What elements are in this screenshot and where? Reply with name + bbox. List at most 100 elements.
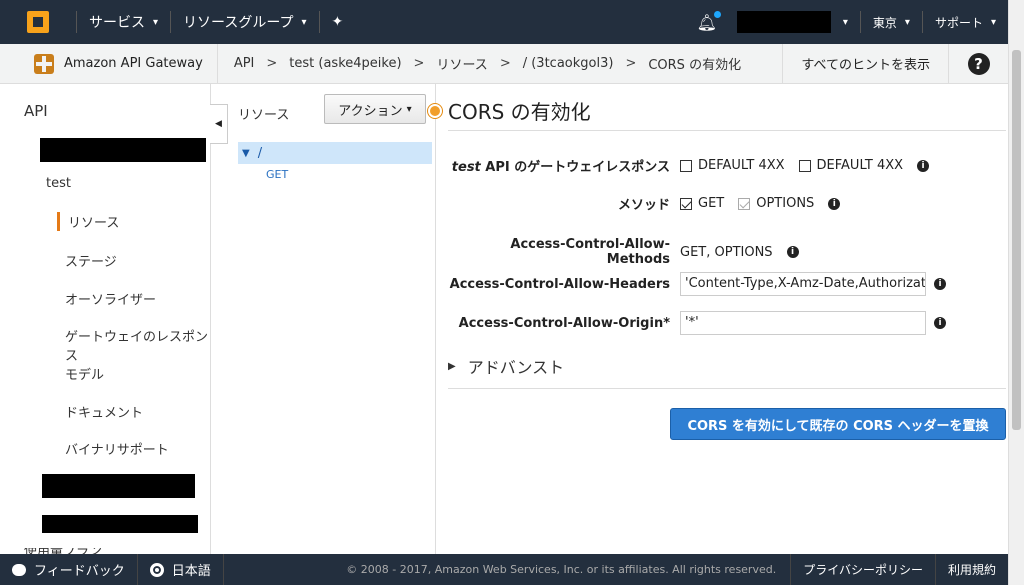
feedback-button[interactable]: フィードバック — [0, 554, 138, 585]
actions-dropdown-button[interactable]: アクション ▾ — [324, 94, 426, 124]
help-button[interactable]: ? — [948, 43, 1008, 84]
terms-link[interactable]: 利用規約 — [934, 554, 1008, 585]
allow-headers-value-wrap: 'Content-Type,X-Amz-Date,Authorization i — [680, 272, 946, 296]
default-5xx-label: DEFAULT 4XX — [816, 158, 904, 173]
info-icon[interactable]: i — [934, 278, 946, 290]
allow-methods-row: Access-Control-Allow-Methods GET, OPTION… — [448, 237, 1006, 267]
redacted-api-item — [40, 138, 206, 162]
advanced-label: アドバンスト — [467, 358, 565, 377]
cors-main-panel: CORS の有効化 test API のゲートウェイレスポンス DEFAULT … — [448, 84, 1006, 554]
sidebar-item-stages[interactable]: ステージ — [65, 251, 117, 270]
allow-headers-row: Access-Control-Allow-Headers 'Content-Ty… — [448, 272, 1006, 296]
allow-origin-label: Access-Control-Allow-Origin* — [458, 315, 670, 331]
copyright-text: © 2008 - 2017, Amazon Web Services, Inc.… — [346, 563, 777, 576]
breadcrumb: API > test (aske4peike) > リソース > / (3tca… — [218, 54, 783, 73]
support-menu[interactable]: サポート ▾ — [923, 0, 1008, 44]
breadcrumb-current: CORS の有効化 — [648, 58, 742, 73]
page-title: CORS の有効化 — [448, 100, 591, 124]
sidebar-item-binary-support[interactable]: バイナリサポート — [65, 439, 169, 458]
sidebar-title[interactable]: API — [24, 102, 48, 120]
expand-triangle-icon[interactable]: ▼ — [242, 148, 250, 159]
region-menu[interactable]: 東京 ▾ — [861, 0, 922, 44]
breadcrumb-resources[interactable]: リソース — [436, 54, 487, 73]
sidebar-divider — [210, 84, 211, 554]
redacted-api-item — [42, 515, 198, 533]
collapse-sidebar-button[interactable]: ◀ — [210, 104, 228, 144]
gateway-responses-label: test API のゲートウェイレスポンス — [448, 156, 680, 175]
gateway-responses-row: test API のゲートウェイレスポンス DEFAULT 4XX DEFAUL… — [448, 156, 1006, 175]
privacy-policy-link[interactable]: プライバシーポリシー — [790, 554, 935, 585]
service-home-link[interactable]: Amazon API Gateway — [0, 43, 218, 84]
scrollbar-thumb[interactable] — [1012, 50, 1021, 430]
get-method-label: GET — [698, 196, 725, 211]
account-menu-redacted[interactable] — [736, 11, 831, 33]
gateway-label-text: API のゲートウェイレスポンス — [485, 160, 670, 175]
enable-cors-button[interactable]: CORS を有効にして既存の CORS ヘッダーを置換 — [670, 408, 1006, 440]
resource-groups-menu[interactable]: リソースグループ ▾ — [171, 0, 319, 44]
language-label: 日本語 — [171, 564, 211, 579]
left-sidebar: API test リソース ステージ オーソライザー ゲートウェイのレスポンス … — [0, 84, 210, 554]
sidebar-item-gateway-responses[interactable]: ゲートウェイのレスポンス — [65, 326, 210, 364]
language-selector[interactable]: 日本語 — [138, 554, 224, 585]
aws-logo[interactable] — [0, 0, 76, 44]
breadcrumb-api[interactable]: API — [234, 56, 255, 71]
sidebar-item-documentation[interactable]: ドキュメント — [65, 402, 143, 421]
chevron-down-icon: ▾ — [842, 16, 848, 28]
gateway-api-name: test — [451, 160, 481, 175]
info-icon[interactable]: i — [786, 246, 799, 258]
services-menu[interactable]: サービス ▾ — [77, 0, 170, 44]
show-all-hints-link[interactable]: すべてのヒントを表示 — [782, 43, 948, 84]
default-4xx-label: DEFAULT 4XX — [698, 158, 785, 173]
info-icon[interactable]: i — [828, 197, 841, 210]
info-icon[interactable]: i — [934, 317, 946, 329]
info-icon[interactable]: i — [917, 159, 930, 172]
allow-methods-value: GET, OPTIONS — [680, 244, 773, 260]
methods-label: メソッド — [617, 198, 670, 213]
breadcrumb-separator: > — [499, 56, 511, 71]
support-label: サポート — [934, 15, 983, 30]
advanced-toggle[interactable]: ▶ アドバンスト — [448, 354, 564, 378]
expand-triangle-icon: ▶ — [448, 360, 456, 372]
speech-bubble-icon — [12, 563, 26, 576]
default-5xx-checkbox[interactable] — [798, 159, 811, 172]
resource-method-get[interactable]: GET — [266, 168, 288, 181]
pin-icon: ✦ — [331, 14, 344, 30]
get-method-checkbox[interactable] — [680, 197, 692, 210]
allow-origin-input[interactable]: '*' — [680, 311, 926, 335]
default-4xx-checkbox[interactable] — [680, 159, 692, 172]
options-method-checkbox — [738, 197, 751, 210]
breadcrumb-api-name[interactable]: test (aske4peike) — [289, 56, 401, 71]
resource-root-node[interactable]: ▼ / — [238, 142, 432, 164]
chevron-down-icon: ▾ — [406, 103, 412, 115]
service-name: Amazon API Gateway — [64, 56, 203, 71]
actions-label: アクション — [338, 103, 403, 119]
pin-button[interactable]: ✦ — [320, 0, 356, 44]
account-caret[interactable]: ▾ — [831, 0, 860, 44]
notifications-button[interactable]: 🔔︎ — [687, 10, 727, 32]
top-navigation-bar: サービス ▾ リソースグループ ▾ ✦ 🔔︎ ▾ 東京 ▾ サポート ▾ — [0, 0, 1008, 44]
resource-groups-label: リソースグループ — [183, 15, 294, 31]
feedback-label: フィードバック — [34, 564, 125, 579]
breadcrumb-resource-root[interactable]: / (3tcaokgol3) — [523, 56, 614, 71]
allow-methods-label: Access-Control-Allow-Methods — [510, 237, 670, 267]
sidebar-item-resources[interactable]: リソース — [57, 212, 119, 231]
resource-tree-panel: リソース アクション ▾ ▼ / GET — [228, 84, 442, 554]
allow-headers-label: Access-Control-Allow-Headers — [449, 276, 670, 292]
gateway-responses-options: DEFAULT 4XX DEFAULT 4XX i — [680, 158, 930, 173]
sidebar-item-authorizers[interactable]: オーソライザー — [65, 289, 156, 308]
resource-tree-header: リソース — [238, 108, 290, 123]
chevron-down-icon: ▾ — [990, 16, 996, 28]
sidebar-api-name[interactable]: test — [46, 176, 71, 191]
sidebar-item-models[interactable]: モデル — [65, 364, 104, 383]
breadcrumb-separator: > — [625, 56, 637, 71]
allow-methods-value-wrap: GET, OPTIONS i — [680, 245, 799, 260]
chevron-down-icon: ▾ — [301, 16, 307, 28]
page-scrollbar[interactable] — [1008, 0, 1024, 585]
allow-headers-input[interactable]: 'Content-Type,X-Amz-Date,Authorization — [680, 272, 926, 296]
region-label: 東京 — [872, 15, 897, 30]
panel-resize-handle[interactable] — [428, 104, 442, 118]
redacted-api-item — [42, 474, 195, 498]
title-divider — [448, 130, 1006, 131]
help-icon: ? — [967, 52, 990, 75]
notification-dot — [713, 10, 721, 18]
